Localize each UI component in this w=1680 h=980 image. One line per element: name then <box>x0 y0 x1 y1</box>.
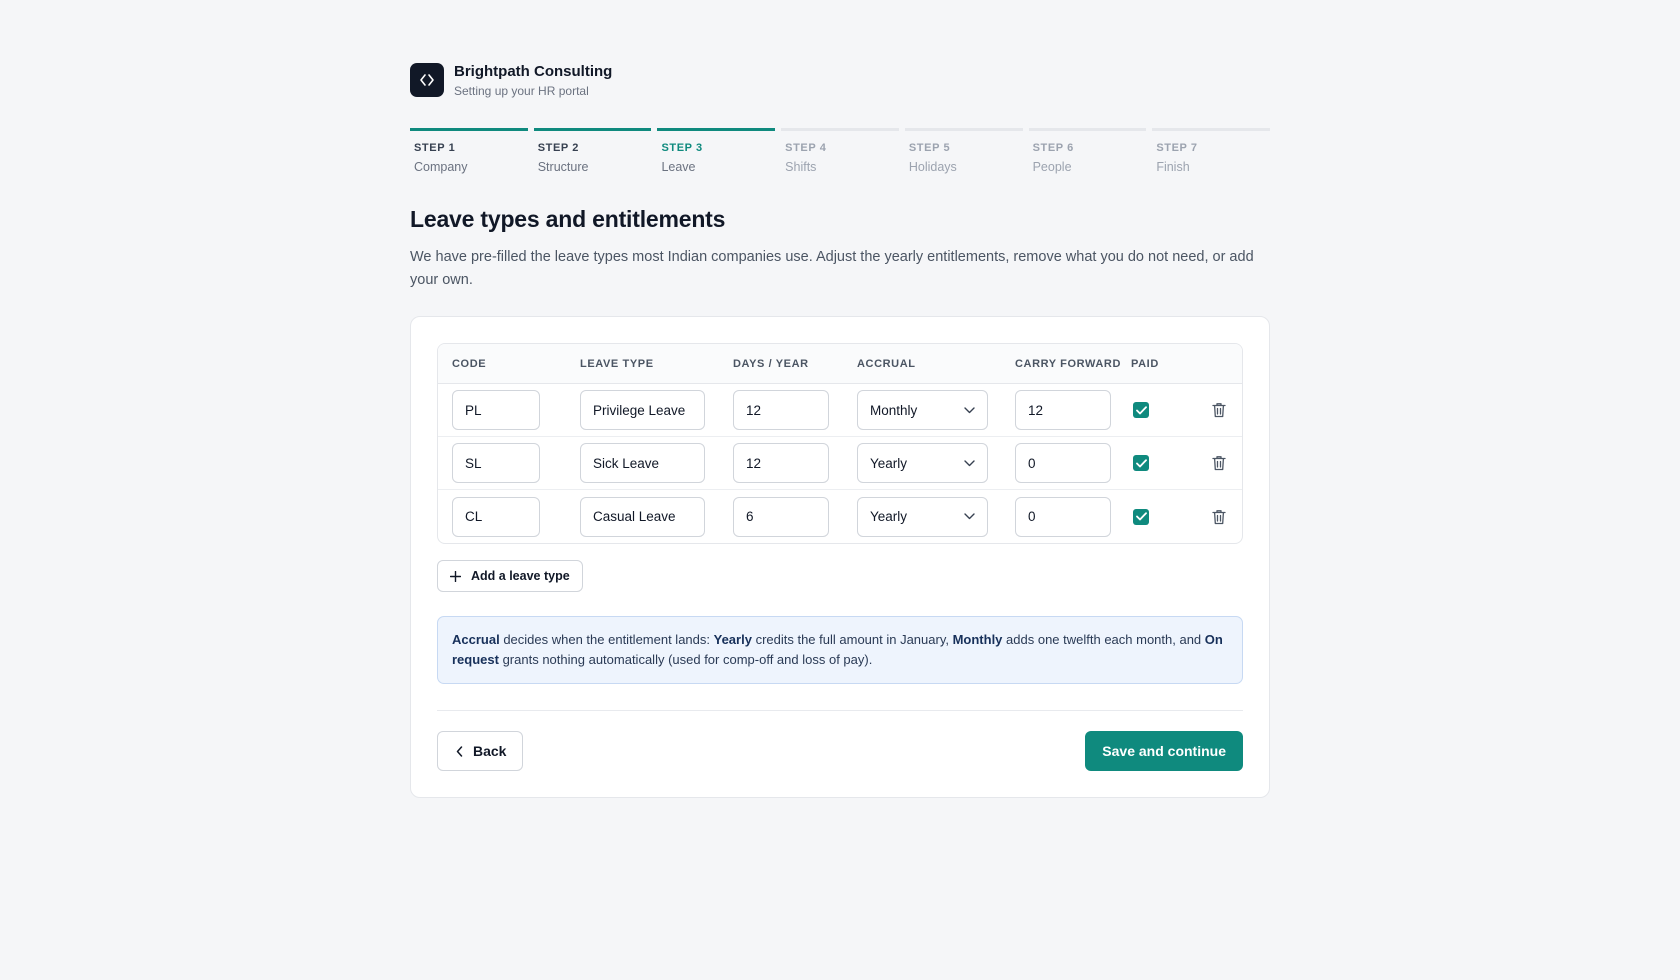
column-header-paid: PAID <box>1131 357 1159 370</box>
paid-checkbox[interactable] <box>1133 455 1149 471</box>
chevron-down-icon <box>964 513 975 520</box>
leave-type-input[interactable]: Privilege Leave <box>580 390 705 430</box>
add-leave-type-button[interactable]: Add a leave type <box>437 560 583 592</box>
leave-type-input[interactable]: Casual Leave <box>580 496 705 537</box>
accrual-select[interactable]: Yearly <box>857 443 988 483</box>
column-header-carry-forward: CARRY FORWARD <box>1015 357 1121 370</box>
setup-wizard: Brightpath Consulting Setting up your HR… <box>410 62 1271 798</box>
trash-icon <box>1212 509 1226 524</box>
delete-row-button[interactable] <box>1199 402 1239 418</box>
accrual-select[interactable]: Yearly <box>857 496 988 537</box>
page-description: We have pre-filled the leave types most … <box>410 249 1254 288</box>
step-label: Holidays <box>908 160 957 174</box>
info-text: decides when the entitlement lands: <box>499 632 714 647</box>
column-header-accrual: ACCRUAL <box>857 357 916 370</box>
wizard-stepper: STEP 1 Company STEP 2 Structure STEP 3 L… <box>410 128 1271 174</box>
plus-icon <box>450 570 461 582</box>
code-input[interactable]: PL <box>452 390 540 430</box>
step-structure[interactable]: STEP 2 Structure <box>533 128 652 174</box>
leave-types-table: CODE LEAVE TYPE DAYS / YEAR ACCRUAL CARR… <box>437 343 1243 544</box>
step-label: People <box>1032 160 1072 174</box>
form-footer: Back Save and continue <box>437 731 1243 771</box>
info-term-monthly: Monthly <box>952 632 1003 647</box>
step-people: STEP 6 People <box>1028 128 1147 174</box>
accrual-info-box: Accrual decides when the entitlement lan… <box>437 616 1243 684</box>
company-name: Brightpath Consulting <box>454 62 613 80</box>
step-label: Company <box>414 160 468 174</box>
step-number: STEP 3 <box>661 142 703 154</box>
trash-icon <box>1212 403 1226 418</box>
carry-forward-input[interactable]: 0 <box>1015 496 1111 537</box>
trash-icon <box>1212 456 1226 471</box>
carry-forward-input[interactable]: 0 <box>1015 443 1111 483</box>
page-title: Leave types and entitlements <box>410 206 726 232</box>
step-label: Structure <box>537 160 589 174</box>
save-and-continue-button[interactable]: Save and continue <box>1085 731 1243 771</box>
step-number: STEP 2 <box>537 142 580 154</box>
delete-row-button[interactable] <box>1199 455 1239 471</box>
code-brackets-icon <box>410 63 444 97</box>
info-text: adds one twelfth each month, and <box>1002 632 1205 647</box>
days-per-year-input[interactable]: 12 <box>733 390 829 430</box>
step-label: Finish <box>1156 160 1190 174</box>
brand-text: Brightpath Consulting Setting up your HR… <box>454 63 612 98</box>
brand-header: Brightpath Consulting Setting up your HR… <box>410 62 1270 98</box>
days-per-year-input[interactable]: 12 <box>733 443 829 483</box>
accrual-select[interactable]: Monthly <box>857 390 988 430</box>
carry-forward-input[interactable]: 12 <box>1015 390 1111 430</box>
days-per-year-input[interactable]: 6 <box>733 496 829 537</box>
back-label: Back <box>473 743 507 759</box>
column-header-days: DAYS / YEAR <box>733 357 809 370</box>
accrual-value: Monthly <box>870 402 918 418</box>
leave-type-input[interactable]: Sick Leave <box>580 443 705 483</box>
chevron-left-icon <box>456 745 463 757</box>
table-row: CL Casual Leave 6 Yearly 0 <box>438 490 1242 543</box>
column-header-type: LEAVE TYPE <box>580 357 654 370</box>
step-shifts: STEP 4 Shifts <box>781 128 899 174</box>
chevron-down-icon <box>964 406 975 413</box>
step-finish: STEP 7 Finish <box>1152 128 1271 174</box>
paid-checkbox[interactable] <box>1133 402 1149 418</box>
step-number: STEP 1 <box>414 142 456 154</box>
brand-subtitle: Setting up your HR portal <box>454 83 589 98</box>
code-input[interactable]: CL <box>452 496 540 537</box>
step-number: STEP 4 <box>785 142 827 154</box>
table-row: SL Sick Leave 12 Yearly 0 <box>438 437 1242 490</box>
step-number: STEP 7 <box>1156 142 1198 154</box>
table-header: CODE LEAVE TYPE DAYS / YEAR ACCRUAL CARR… <box>438 344 1242 384</box>
back-button[interactable]: Back <box>437 731 524 771</box>
step-number: STEP 6 <box>1032 142 1074 154</box>
column-header-code: CODE <box>452 357 487 370</box>
accrual-value: Yearly <box>870 455 908 471</box>
step-label: Leave <box>661 160 696 174</box>
info-text: credits the full amount in January, <box>751 632 953 647</box>
add-leave-type-label: Add a leave type <box>471 569 570 583</box>
info-term-accrual: Accrual <box>452 632 500 647</box>
info-text: grants nothing automatically (used for c… <box>498 652 873 667</box>
step-company[interactable]: STEP 1 Company <box>410 128 528 174</box>
chevron-down-icon <box>964 459 975 466</box>
leave-types-card: CODE LEAVE TYPE DAYS / YEAR ACCRUAL CARR… <box>410 316 1270 798</box>
table-row: PL Privilege Leave 12 Monthly 12 <box>438 384 1242 437</box>
info-term-yearly: Yearly <box>713 632 752 647</box>
step-leave[interactable]: STEP 3 Leave <box>657 128 776 174</box>
paid-checkbox[interactable] <box>1133 508 1149 525</box>
delete-row-button[interactable] <box>1199 509 1239 525</box>
divider <box>437 710 1243 711</box>
code-input[interactable]: SL <box>452 443 540 483</box>
step-holidays: STEP 5 Holidays <box>904 128 1023 174</box>
step-label: Shifts <box>785 160 817 174</box>
step-number: STEP 5 <box>908 142 951 154</box>
accrual-value: Yearly <box>870 509 908 524</box>
